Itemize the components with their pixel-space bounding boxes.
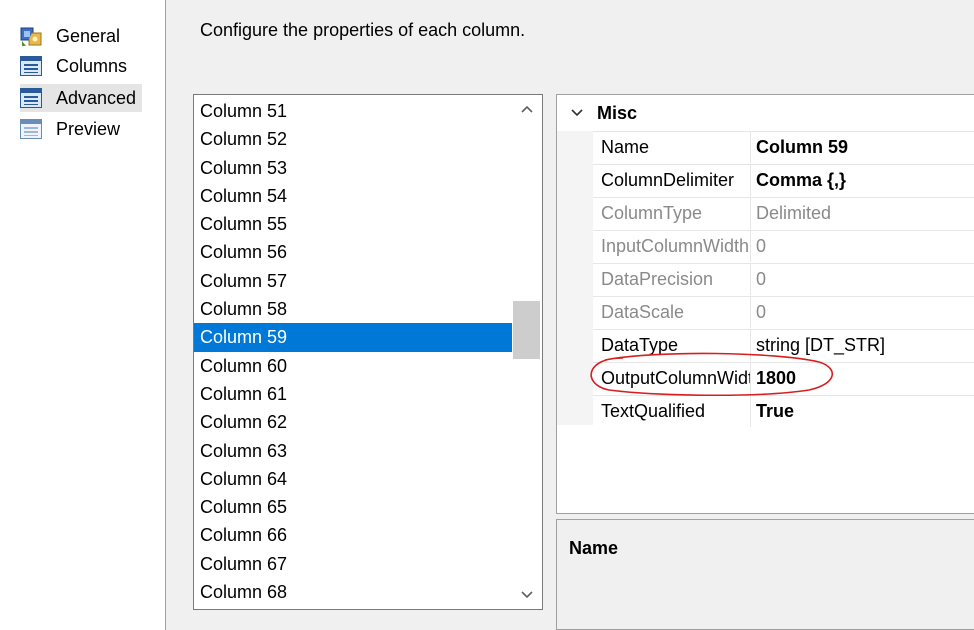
property-description-title: Name: [569, 538, 619, 558]
property-name: TextQualified: [593, 396, 751, 427]
column-list-rows: Column 51 Column 52 Column 53 Column 54 …: [194, 97, 512, 606]
property-value[interactable]: True: [751, 396, 794, 427]
scroll-down-button[interactable]: [512, 583, 542, 607]
list-item[interactable]: Column 66: [194, 521, 512, 549]
property-row[interactable]: InputColumnWidth 0: [593, 230, 974, 262]
property-name: InputColumnWidth: [593, 231, 751, 262]
property-row[interactable]: Name Column 59: [593, 131, 974, 163]
page-description: Configure the properties of each column.: [200, 20, 526, 40]
nav-item-label: Preview: [56, 118, 121, 139]
list-item[interactable]: Column 54: [194, 182, 512, 210]
chevron-down-icon: [521, 591, 533, 599]
general-icon: [20, 25, 42, 47]
property-value: 0: [756, 302, 767, 322]
property-value[interactable]: Column 59: [751, 132, 848, 163]
scroll-up-button[interactable]: [512, 97, 542, 121]
property-grid[interactable]: Misc Name Column 59 ColumnDelimiter Comma {…: [556, 94, 974, 514]
list-item-selected[interactable]: Column 59: [194, 323, 512, 352]
nav-item-general[interactable]: General: [20, 22, 126, 50]
nav-item-columns[interactable]: Columns: [20, 52, 133, 80]
nav-pane: General Columns Advanced Preview: [0, 0, 166, 630]
property-value: Delimited: [756, 203, 832, 223]
property-grid-gutter: [557, 131, 593, 425]
property-value[interactable]: Comma {,}: [751, 165, 846, 196]
property-name: DataScale: [593, 297, 751, 328]
category-header-misc[interactable]: Misc: [557, 95, 974, 131]
property-value: 0: [756, 236, 767, 256]
property-row[interactable]: OutputColumnWidth 1800: [593, 362, 974, 394]
vertical-scrollbar[interactable]: [512, 95, 542, 609]
advanced-icon: [20, 88, 42, 108]
property-name: DataType: [593, 330, 751, 361]
list-item[interactable]: Column 53: [194, 154, 512, 182]
columns-icon: [20, 56, 42, 76]
list-item[interactable]: Column 63: [194, 437, 512, 465]
list-item[interactable]: Column 62: [194, 408, 512, 436]
list-item[interactable]: Column 51: [194, 97, 512, 125]
chevron-up-icon: [521, 105, 533, 113]
list-item[interactable]: Column 64: [194, 465, 512, 493]
category-label: Misc: [597, 102, 638, 123]
property-name: Name: [593, 132, 751, 163]
collapse-chevron-icon[interactable]: [557, 105, 597, 122]
list-item[interactable]: Column 67: [194, 550, 512, 578]
property-value: 0: [756, 269, 767, 289]
column-list[interactable]: Column 51 Column 52 Column 53 Column 54 …: [193, 94, 543, 610]
property-value[interactable]: 1800: [751, 363, 796, 394]
nav-item-label: Advanced: [56, 87, 137, 108]
nav-item-preview[interactable]: Preview: [20, 115, 126, 143]
property-row[interactable]: DataScale 0: [593, 296, 974, 328]
list-item[interactable]: Column 68: [194, 578, 512, 606]
list-item[interactable]: Column 56: [194, 238, 512, 266]
preview-icon: [20, 119, 42, 139]
property-row[interactable]: TextQualified True: [593, 395, 974, 427]
nav-item-advanced[interactable]: Advanced: [20, 84, 143, 112]
property-name: DataPrecision: [593, 264, 751, 295]
property-value[interactable]: string [DT_STR]: [751, 330, 885, 361]
property-name: ColumnType: [593, 198, 751, 229]
list-item[interactable]: Column 61: [194, 380, 512, 408]
list-item[interactable]: Column 55: [194, 210, 512, 238]
property-name: OutputColumnWidth: [593, 363, 751, 394]
list-item[interactable]: Column 60: [194, 352, 512, 380]
list-item[interactable]: Column 65: [194, 493, 512, 521]
list-item[interactable]: Column 52: [194, 125, 512, 153]
nav-item-label: Columns: [56, 55, 128, 76]
property-row[interactable]: DataType string [DT_STR]: [593, 329, 974, 361]
nav-item-label: General: [56, 25, 121, 46]
list-item[interactable]: Column 58: [194, 295, 512, 323]
property-row[interactable]: DataPrecision 0: [593, 263, 974, 295]
property-name: ColumnDelimiter: [593, 165, 751, 196]
scroll-thumb[interactable]: [513, 301, 540, 359]
property-row[interactable]: ColumnType Delimited: [593, 197, 974, 229]
property-row[interactable]: ColumnDelimiter Comma {,}: [593, 164, 974, 196]
list-item[interactable]: Column 57: [194, 267, 512, 295]
property-description-panel: Name: [556, 519, 974, 630]
